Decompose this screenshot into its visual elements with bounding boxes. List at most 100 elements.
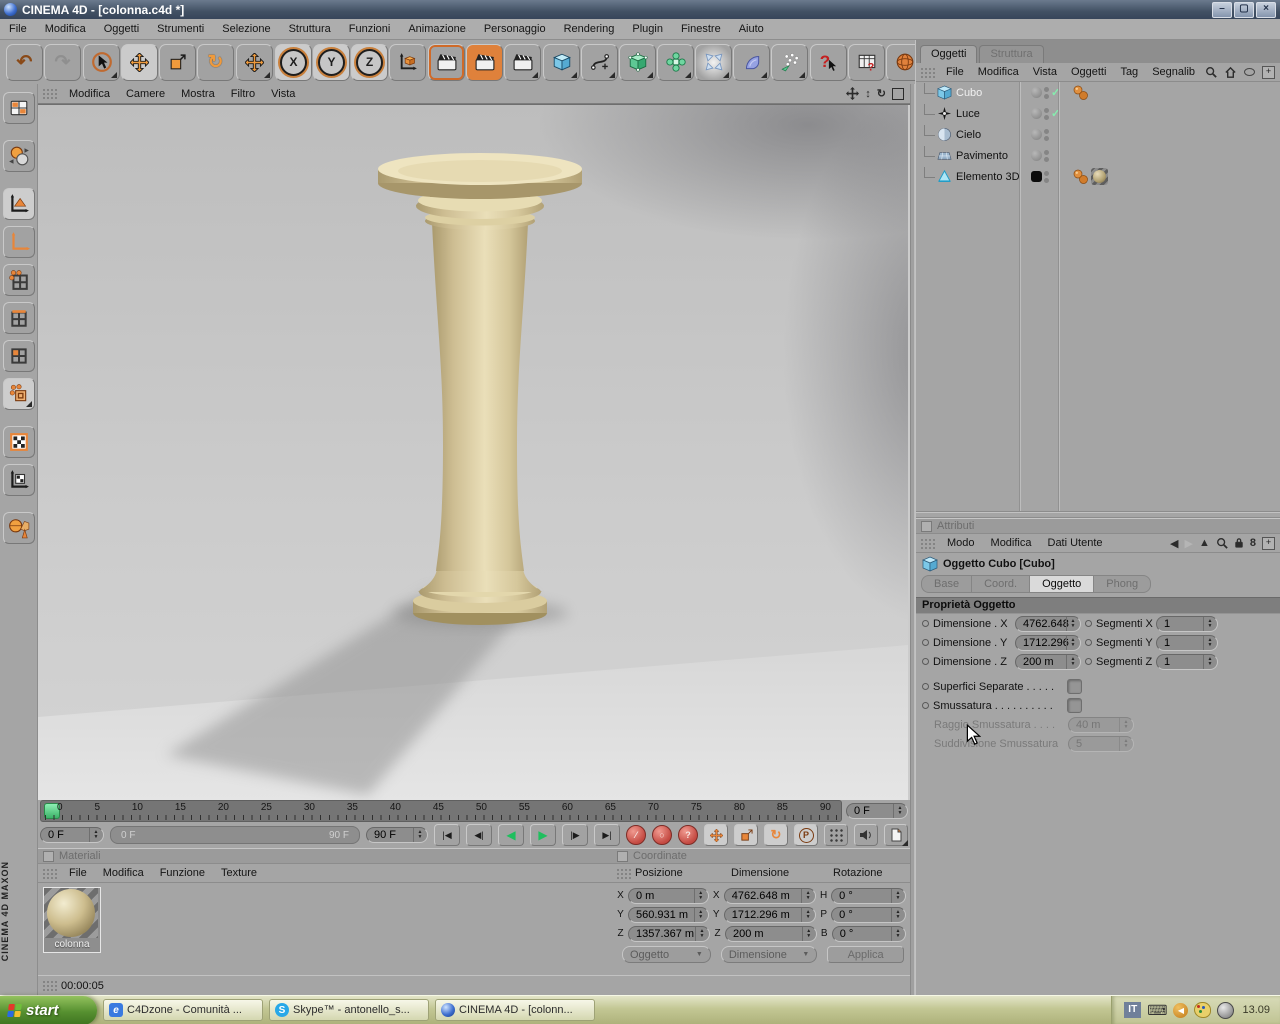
add-deformer-button[interactable] (695, 43, 732, 81)
visibility-dots[interactable] (1028, 170, 1066, 183)
keyframe-dot-icon[interactable] (1085, 639, 1092, 646)
zoom-view-icon[interactable]: ↕ (865, 88, 871, 100)
search-icon[interactable] (1205, 66, 1217, 78)
language-indicator[interactable]: IT (1124, 1002, 1142, 1018)
visibility-dots[interactable] (1028, 149, 1066, 162)
menu-item[interactable]: Animazione (399, 23, 474, 35)
palette-tray-icon[interactable] (1194, 1002, 1212, 1018)
taskbar-item-c4dzone[interactable]: e C4Dzone - Comunità ... (103, 999, 263, 1021)
phong-tag-icon[interactable] (1072, 168, 1089, 185)
record-scale-toggle[interactable] (734, 824, 758, 846)
panel-grip[interactable] (920, 537, 935, 549)
materials-menu-item[interactable]: File (61, 867, 95, 879)
material-name[interactable]: colonna (44, 938, 100, 952)
visibility-dots[interactable] (1028, 128, 1066, 141)
maximize-view-icon[interactable] (892, 87, 904, 100)
preview-range-slider[interactable]: 0 F 90 F (110, 826, 360, 844)
goto-start-button[interactable]: |◀ (434, 824, 460, 846)
document-options-button[interactable] (884, 824, 908, 846)
menu-item[interactable]: File (0, 23, 36, 35)
record-pla-toggle[interactable] (824, 824, 848, 846)
add-modeling-object-button[interactable] (657, 43, 694, 81)
dimension-y-input[interactable]: 1712.296 ▲ ▼ (1015, 634, 1081, 651)
keyframe-dot-icon[interactable] (922, 620, 929, 627)
keyframe-dot-icon[interactable] (922, 639, 929, 646)
tab-struttura[interactable]: Struttura (979, 45, 1044, 63)
dimension-y-field[interactable]: 1712.296 m ▲ ▼ (723, 906, 817, 923)
viewport-menu-item[interactable]: Filtro (223, 88, 263, 100)
panel-pin-icon[interactable] (921, 520, 932, 532)
panel-grip[interactable] (42, 867, 57, 879)
apply-button[interactable]: Applica (827, 946, 904, 963)
history-back-icon[interactable]: ◀ (1170, 537, 1178, 550)
record-options-button[interactable]: ? (678, 825, 698, 845)
goto-end-button[interactable]: ▶| (594, 824, 620, 846)
viewport-menu-item[interactable]: Mostra (173, 88, 223, 100)
rotate-view-icon[interactable]: ↻ (877, 87, 886, 100)
panel-grip[interactable] (920, 66, 935, 78)
record-position-toggle[interactable] (704, 824, 728, 846)
menu-item[interactable]: Aiuto (730, 23, 773, 35)
dimension-z-input[interactable]: 200 m ▲ ▼ (1015, 653, 1081, 670)
attributes-title-row[interactable]: Attributi (916, 518, 1280, 534)
start-button[interactable]: start (0, 995, 97, 1024)
object-row-cielo[interactable]: Cielo (916, 124, 1280, 145)
menu-item[interactable]: Rendering (555, 23, 624, 35)
separate-surfaces-checkbox[interactable] (1067, 679, 1082, 694)
object-name[interactable]: Luce (956, 108, 1028, 120)
coordinate-system-button[interactable] (389, 43, 426, 81)
phong-tag-icon[interactable] (1072, 84, 1089, 101)
update-tray-icon[interactable] (1217, 1001, 1235, 1019)
size-mode-dropdown[interactable]: Dimensione ▼ (720, 946, 818, 963)
coordinates-title-row[interactable]: Coordinate (612, 848, 910, 864)
move-axes-button[interactable] (236, 43, 273, 81)
eye-icon[interactable] (1244, 68, 1255, 76)
menu-item[interactable]: Funzioni (340, 23, 400, 35)
scale-tool-button[interactable] (159, 43, 196, 81)
material-item[interactable]: colonna (43, 887, 101, 953)
object-row-luce[interactable]: Luce ✓ (916, 103, 1280, 124)
rotation-b-field[interactable]: 0 ° ▲ ▼ (831, 925, 906, 942)
tab-phong[interactable]: Phong (1093, 575, 1152, 593)
lock-x-axis-button[interactable]: X (275, 43, 312, 81)
sound-toggle[interactable] (854, 824, 878, 846)
restore-button[interactable]: ▢ (1234, 1, 1254, 18)
move-tool-button[interactable] (121, 43, 158, 81)
materials-title-row[interactable]: Materiali (38, 848, 612, 864)
link-mode-icon[interactable]: 8 (1250, 537, 1256, 549)
menu-item[interactable]: Finestre (672, 23, 730, 35)
object-library-button[interactable] (2, 512, 35, 544)
viewport-menu-item[interactable]: Modifica (61, 88, 118, 100)
record-keyframe-button[interactable]: ⁄ (626, 825, 646, 845)
lock-icon[interactable] (1234, 537, 1244, 549)
record-parameter-toggle[interactable]: P (794, 824, 818, 846)
render-view-button[interactable] (428, 43, 465, 81)
om-menu-item[interactable]: Segnalib (1145, 66, 1202, 78)
texture-axis-mode-button[interactable] (2, 464, 35, 496)
menu-item[interactable]: Personaggio (475, 23, 555, 35)
position-z-field[interactable]: 1357.367 m ▲ ▼ (628, 925, 710, 942)
tab-oggetti[interactable]: Oggetti (920, 45, 978, 63)
om-menu-item[interactable]: Tag (1113, 66, 1145, 78)
point-mode-button[interactable] (2, 264, 35, 296)
lock-z-axis-button[interactable]: Z (351, 43, 388, 81)
dimension-z-field[interactable]: 200 m ▲ ▼ (725, 925, 817, 942)
panel-grip[interactable] (42, 980, 57, 991)
lock-y-axis-button[interactable]: Y (313, 43, 350, 81)
rotation-h-field[interactable]: 0 ° ▲ ▼ (831, 887, 906, 904)
content-browser-button[interactable]: ? (848, 43, 885, 81)
panel-grip[interactable] (616, 867, 631, 879)
panel-pin-icon[interactable] (617, 850, 628, 862)
viewport-3d[interactable] (38, 104, 910, 800)
tab-oggetto[interactable]: Oggetto (1029, 575, 1094, 593)
attr-menu-item[interactable]: Modifica (983, 537, 1040, 549)
enabled-check-icon[interactable]: ✓ (1051, 107, 1061, 120)
segments-y-input[interactable]: 1 ▲ ▼ (1156, 634, 1218, 651)
segments-x-input[interactable]: 1 ▲ ▼ (1156, 615, 1218, 632)
keyframe-dot-icon[interactable] (1085, 658, 1092, 665)
add-particles-button[interactable] (771, 43, 808, 81)
segments-z-input[interactable]: 1 ▲ ▼ (1156, 653, 1218, 670)
menu-item[interactable]: Strumenti (148, 23, 213, 35)
edge-mode-button[interactable] (2, 302, 35, 334)
add-environment-button[interactable] (733, 43, 770, 81)
